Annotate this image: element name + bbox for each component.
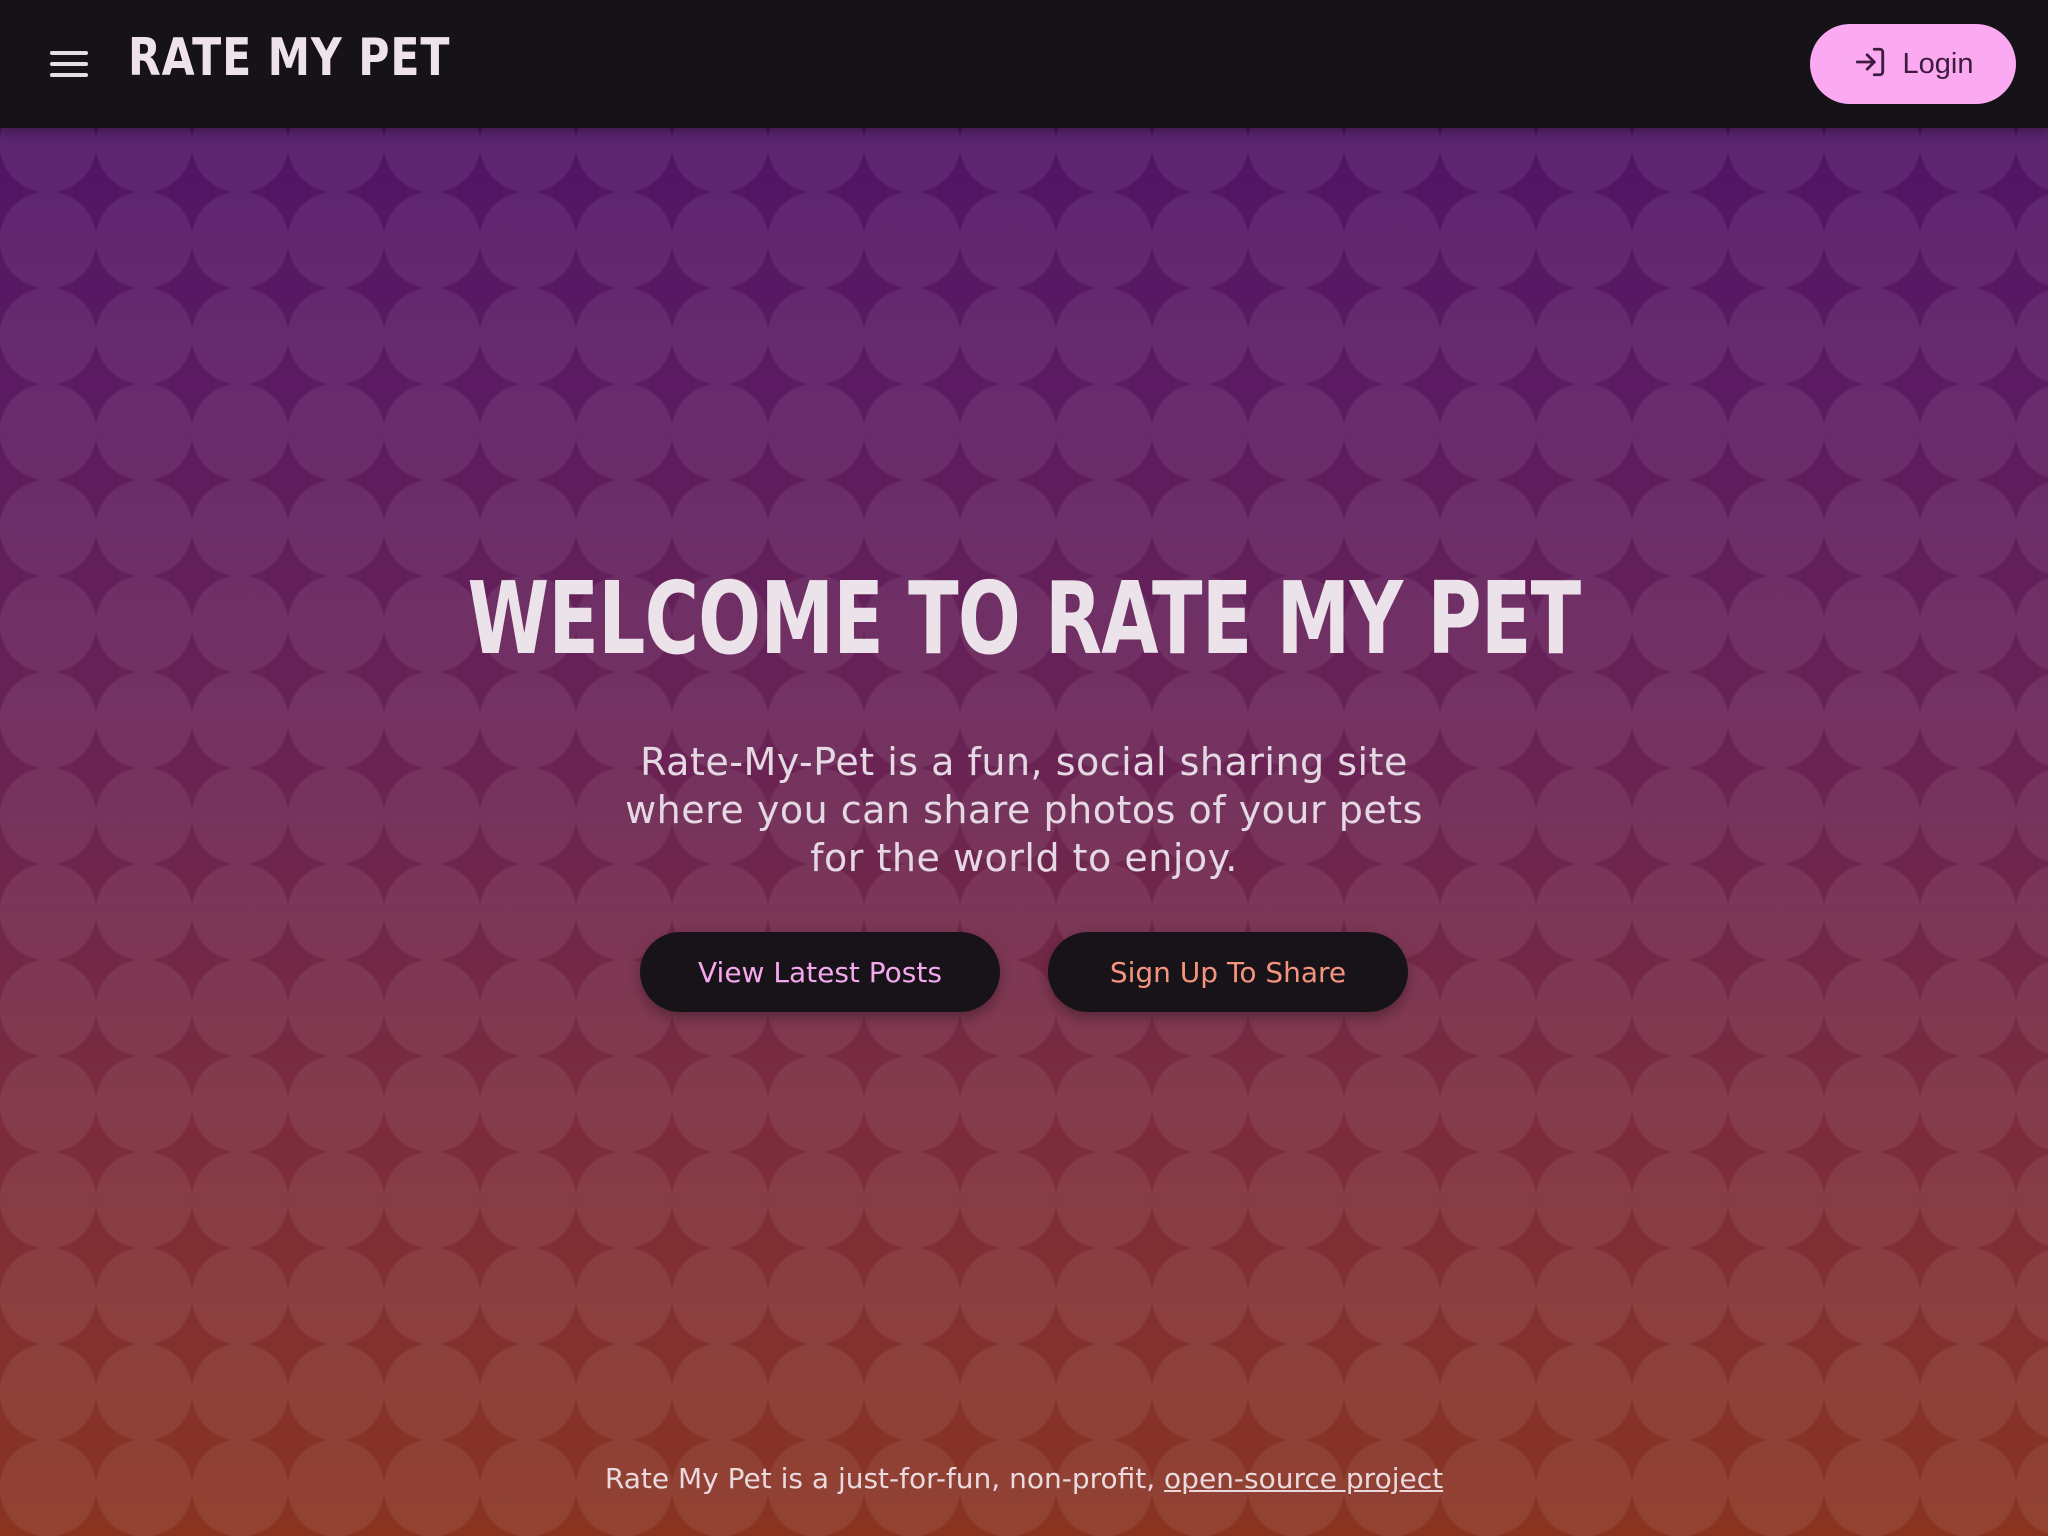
login-label: Login	[1902, 47, 1974, 80]
login-button[interactable]: Login	[1810, 24, 2016, 104]
login-icon	[1853, 45, 1887, 83]
footer: Rate My Pet is a just-for-fun, non-profi…	[0, 1462, 2048, 1495]
site-brand-title[interactable]: RATE MY PET	[128, 28, 450, 88]
open-source-project-link[interactable]: open-source project	[1164, 1462, 1443, 1495]
footer-text: Rate My Pet is a just-for-fun, non-profi…	[604, 1462, 1165, 1495]
hero-title-text: WELCOME TO RATE MY PET	[467, 560, 1582, 677]
view-latest-posts-button[interactable]: View Latest Posts	[640, 932, 1000, 1012]
menu-button[interactable]	[50, 49, 92, 79]
sign-up-to-share-button[interactable]: Sign Up To Share	[1048, 932, 1408, 1012]
top-navigation-bar: RATE MY PET Login	[0, 0, 2048, 128]
hero-description: Rate-My-Pet is a fun, social sharing sit…	[625, 740, 1423, 880]
hero-title: WELCOME TO RATE MY PET	[0, 560, 2048, 677]
